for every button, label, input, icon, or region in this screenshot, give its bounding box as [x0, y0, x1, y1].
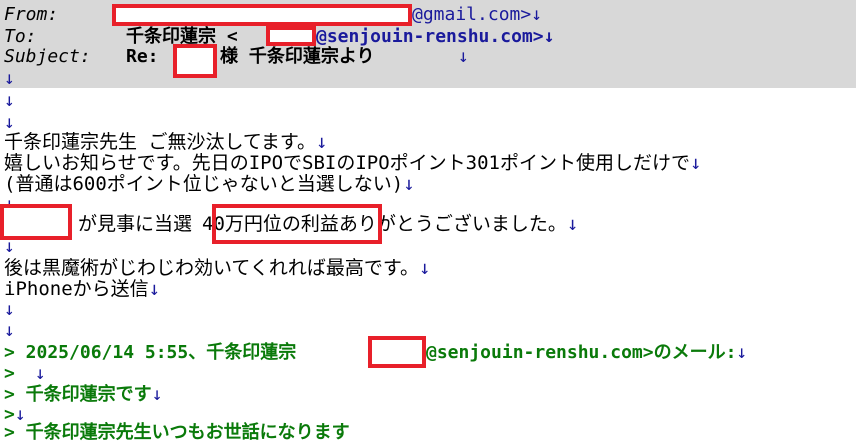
body-line8: iPhoneから送信↓: [4, 278, 160, 300]
blank-line-arrow-icon: ↓: [4, 236, 15, 257]
subject-line: Subject:: [4, 46, 91, 68]
blank-line-arrow-icon: ↓: [4, 320, 15, 341]
blank-line-arrow-icon: ↓: [4, 68, 15, 89]
redacted-from-sender: [112, 4, 412, 26]
subject-arrow-icon: ↓: [458, 46, 469, 67]
redacted-subject-name: [173, 44, 217, 78]
profit-highlight-box: [212, 204, 382, 244]
quote-line1-b: @senjouin-renshu.com>のメール:↓: [426, 342, 747, 364]
blank-line-arrow-icon: ↓: [4, 90, 15, 111]
from-address[interactable]: @gmail.com>↓: [412, 4, 542, 26]
body-line2: 嬉しいお知らせです。先日のIPOでSBIのIPOポイント301ポイント使用しだけ…: [4, 152, 701, 174]
greeting-text: 千条印蓮宗先生 ご無沙汰してます。: [4, 131, 317, 153]
quote-text-cut: > 千条印蓮宗先生いつもお世話になります: [4, 422, 350, 443]
quote-date-text: > 2025/06/14 5:55、千条印蓮宗: [4, 342, 297, 363]
line-end-arrow-icon: ↓: [403, 173, 415, 195]
line-end-arrow-icon: ↓: [151, 384, 163, 405]
quote-text: > 千条印蓮宗です: [4, 384, 152, 405]
subject-label: Subject:: [4, 46, 91, 67]
redacted-stock-name: [0, 204, 72, 240]
line2-text: 嬉しいお知らせです。先日のIPOでSBIのIPOポイント301ポイント使用しだけ…: [4, 152, 690, 174]
subject-text: 様 千条印蓮宗より: [220, 46, 375, 67]
body-line7: 後は黒魔術がじわじわ効いてくれれば最高です。↓: [4, 257, 430, 279]
to-line: To:: [4, 26, 37, 48]
blank-line-arrow-icon: ↓: [4, 299, 15, 320]
line-end-arrow-icon: ↓: [566, 213, 579, 235]
body-line3: (普通は600ポイント位じゃないと当選しない)↓: [4, 173, 415, 195]
quote-address-text[interactable]: @senjouin-renshu.com>のメール:: [426, 342, 736, 363]
body-greeting: 千条印蓮宗先生 ご無沙汰してます。↓: [4, 131, 327, 153]
to-label: To:: [4, 26, 37, 47]
quote-line3: > 千条印蓮宗です↓: [4, 384, 163, 406]
redacted-to-user: [266, 26, 316, 46]
line-end-arrow-icon: ↓: [34, 363, 46, 384]
subject-re: Re:: [126, 46, 159, 67]
line7-text: 後は黒魔術がじわじわ効いてくれれば最高です。: [4, 257, 419, 279]
quote-line1: > 2025/06/14 5:55、千条印蓮宗: [4, 342, 296, 364]
line8-text: iPhoneから送信: [4, 278, 149, 300]
from-label: From:: [4, 4, 59, 25]
line-end-arrow-icon: ↓: [736, 342, 748, 363]
line-end-arrow-icon: ↓: [148, 278, 161, 300]
to-address[interactable]: @senjouin-renshu.com>↓: [316, 26, 554, 48]
from-line: From:: [4, 4, 58, 26]
redacted-quote-sender: [368, 336, 426, 368]
quote-line2: > ↓: [4, 363, 46, 385]
quote-line5: > 千条印蓮宗先生いつもお世話になります: [4, 422, 350, 444]
quote-marker: >: [4, 363, 15, 384]
line-end-arrow-icon: ↓: [316, 131, 328, 153]
line5-text-a: が見事に当選: [78, 213, 193, 235]
line3-text: (普通は600ポイント位じゃないと当選しない): [4, 173, 404, 195]
line-end-arrow-icon: ↓: [690, 152, 702, 174]
line-end-arrow-icon: ↓: [418, 257, 431, 279]
